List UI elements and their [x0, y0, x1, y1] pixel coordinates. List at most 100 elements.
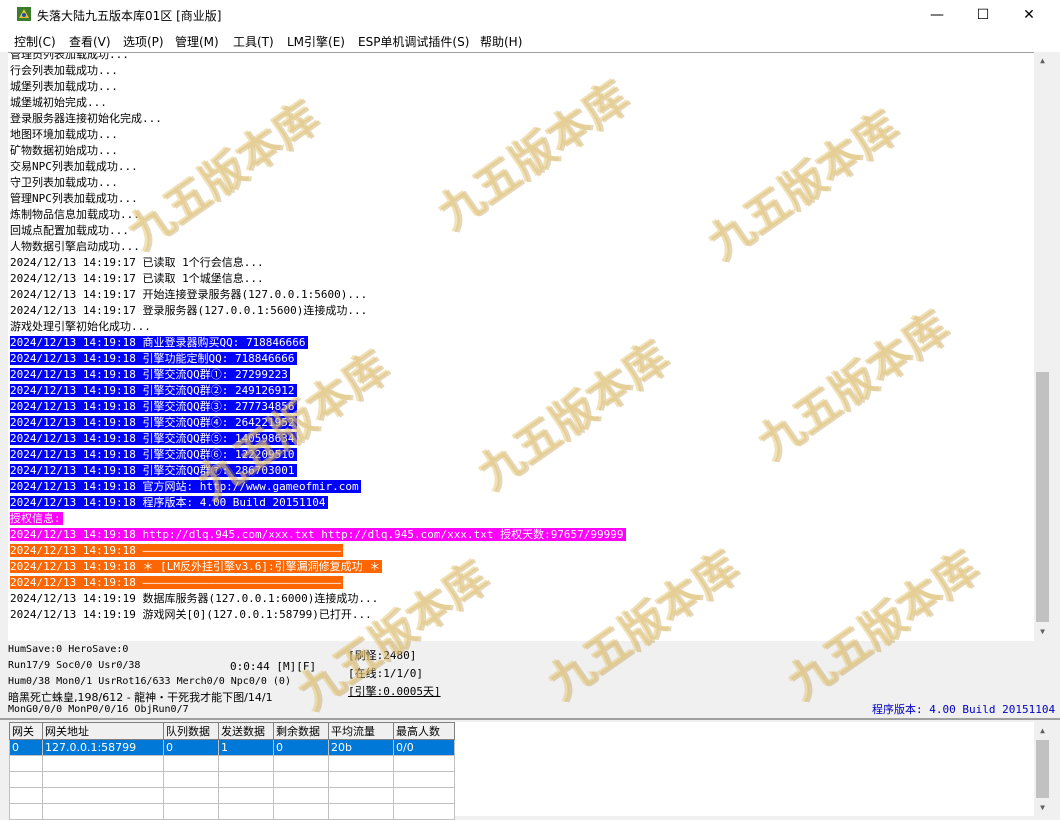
table-row[interactable]	[9, 787, 455, 804]
log-text: 2024/12/13 14:19:18 引擎交流QQ群⑦: 286703001	[10, 464, 297, 477]
log-scrollbar[interactable]: ▲ ▼	[1034, 52, 1051, 640]
menu-options[interactable]: 选项(P)	[123, 33, 164, 50]
col-address[interactable]: 网关地址	[42, 722, 164, 740]
log-line: 登录服务器连接初始化完成...	[8, 111, 1034, 127]
log-line: 2024/12/13 14:19:18 引擎交流QQ群①: 27299223	[8, 367, 1034, 383]
log-text: 2024/12/13 14:19:18 引擎交流QQ群④: 264221952	[10, 416, 297, 429]
menu-control[interactable]: 控制(C)	[14, 33, 56, 50]
cell: 0	[273, 739, 329, 756]
log-text: 2024/12/13 14:19:17 已读取 1个行会信息...	[10, 256, 264, 269]
menu-manage[interactable]: 管理(M)	[175, 33, 219, 50]
log-text: 行会列表加载成功...	[10, 64, 118, 77]
table-row[interactable]	[9, 771, 455, 788]
scroll-down-icon[interactable]: ▼	[1034, 799, 1051, 816]
window-title: 失落大陆九五版本库01区 [商业版]	[37, 9, 222, 23]
table-row[interactable]: 0 127.0.0.1:58799 0 1 0 20b 0/0	[9, 739, 455, 756]
log-text: 2024/12/13 14:19:18 引擎交流QQ群③: 277734856	[10, 400, 297, 413]
log-line: 2024/12/13 14:19:18 引擎交流QQ群③: 277734856	[8, 399, 1034, 415]
log-text: 守卫列表加载成功...	[10, 176, 118, 189]
minimize-button[interactable]: —	[914, 0, 960, 30]
log-text: 城堡列表加载成功...	[10, 80, 118, 93]
status-refresh: [刷怪:2480]	[348, 649, 417, 662]
log-line: 行会列表加载成功...	[8, 63, 1034, 79]
log-line: 2024/12/13 14:19:18 官方网站: http://www.gam…	[8, 479, 1034, 495]
cell: 0/0	[393, 739, 455, 756]
app-icon	[17, 7, 31, 21]
log-text: 2024/12/13 14:19:18 引擎交流QQ群⑥: 122209510	[10, 448, 297, 461]
menu-tools[interactable]: 工具(T)	[233, 33, 274, 50]
scroll-up-icon[interactable]: ▲	[1034, 52, 1051, 69]
scroll-up-icon[interactable]: ▲	[1034, 722, 1051, 739]
log-panel[interactable]: 管理员列表加载成功... 行会列表加载成功... 城堡列表加载成功... 城堡城初始完…	[8, 52, 1034, 641]
scrollbar-thumb[interactable]	[1036, 740, 1049, 798]
status-engine: [引擎:0.0005天]	[348, 685, 441, 698]
title-bar[interactable]: 失落大陆九五版本库01区 [商业版] — ☐ ✕	[0, 0, 1060, 30]
status-timer: 0:0:44 [M][F]	[230, 660, 317, 673]
log-line: 回城点配置加载成功...	[8, 223, 1034, 239]
log-line: 2024/12/13 14:19:17 开始连接登录服务器(127.0.0.1:…	[8, 287, 1034, 303]
log-text: 2024/12/13 14:19:18 ————————————————————…	[10, 544, 344, 557]
status-panel: HumSave:0 HeroSave:0 Run17/9 Soc0/0 Usr0…	[0, 641, 1060, 719]
log-lines: 管理员列表加载成功... 行会列表加载成功... 城堡列表加载成功... 城堡城初始完…	[8, 53, 1034, 623]
log-line: 2024/12/13 14:19:18 http://dlq.945.com/x…	[8, 527, 1034, 543]
status-hum: Hum0/38 Mon0/1 UsrRot16/633 Merch0/0 Npc…	[8, 676, 291, 687]
menu-help[interactable]: 帮助(H)	[480, 33, 522, 50]
log-line: 2024/12/13 14:19:18 商业登录器购买QQ: 718846666	[8, 335, 1034, 351]
log-line: 炼制物品信息加载成功...	[8, 207, 1034, 223]
log-text: 2024/12/13 14:19:17 登录服务器(127.0.0.1:5600…	[10, 304, 368, 317]
log-text: 授权信息:	[10, 512, 63, 525]
log-text: 回城点配置加载成功...	[10, 224, 129, 237]
log-text: 2024/12/13 14:19:17 开始连接登录服务器(127.0.0.1:…	[10, 288, 368, 301]
log-line: 2024/12/13 14:19:19 数据库服务器(127.0.0.1:600…	[8, 591, 1034, 607]
status-run: Run17/9 Soc0/0 Usr0/38	[8, 660, 141, 671]
table-scrollbar[interactable]: ▲ ▼	[1034, 722, 1051, 816]
log-line: 2024/12/13 14:19:18 引擎交流QQ群②: 249126912	[8, 383, 1034, 399]
cell: 127.0.0.1:58799	[42, 739, 164, 756]
close-button[interactable]: ✕	[1006, 0, 1052, 30]
scrollbar-thumb[interactable]	[1036, 372, 1049, 622]
col-send[interactable]: 发送数据	[218, 722, 274, 740]
col-queue[interactable]: 队列数据	[163, 722, 219, 740]
col-max[interactable]: 最高人数	[393, 722, 455, 740]
col-gateway[interactable]: 网关	[9, 722, 43, 740]
log-line: 管理NPC列表加载成功...	[8, 191, 1034, 207]
log-text: 2024/12/13 14:19:18 引擎交流QQ群⑤: 140598634	[10, 432, 297, 445]
log-line: 游戏处理引擎初始化成功...	[8, 319, 1034, 335]
log-text: 2024/12/13 14:19:18 官方网站: http://www.gam…	[10, 480, 361, 493]
table-row[interactable]	[9, 803, 455, 820]
menu-esp-plugin[interactable]: ESP单机调试插件(S)	[358, 33, 469, 50]
log-text: 2024/12/13 14:19:17 已读取 1个城堡信息...	[10, 272, 264, 285]
log-text: 2024/12/13 14:19:19 游戏网关[0](127.0.0.1:58…	[10, 608, 372, 621]
scroll-down-icon[interactable]: ▼	[1034, 623, 1051, 640]
menu-lm-engine[interactable]: LM引擎(E)	[287, 33, 345, 50]
log-line: 城堡城初始完成...	[8, 95, 1034, 111]
menu-view[interactable]: 查看(V)	[69, 33, 111, 50]
log-line: 2024/12/13 14:19:18 ————————————————————…	[8, 575, 1034, 591]
log-line: 地图环境加载成功...	[8, 127, 1034, 143]
log-line: 人物数据引擎启动成功...	[8, 239, 1034, 255]
table-row[interactable]	[9, 755, 455, 772]
log-line: 2024/12/13 14:19:18 引擎交流QQ群⑤: 140598634	[8, 431, 1034, 447]
maximize-button[interactable]: ☐	[960, 0, 1006, 30]
cell: 0	[9, 739, 43, 756]
log-line: 守卫列表加载成功...	[8, 175, 1034, 191]
log-line: 2024/12/13 14:19:19 游戏网关[0](127.0.0.1:58…	[8, 607, 1034, 623]
log-line: 2024/12/13 14:19:17 已读取 1个行会信息...	[8, 255, 1034, 271]
log-text: 2024/12/13 14:19:18 引擎交流QQ群①: 27299223	[10, 368, 290, 381]
log-line: 2024/12/13 14:19:17 登录服务器(127.0.0.1:5600…	[8, 303, 1034, 319]
col-avg[interactable]: 平均流量	[328, 722, 394, 740]
log-text: 2024/12/13 14:19:18 ————————————————————…	[10, 576, 344, 589]
log-line: 2024/12/13 14:19:18 引擎交流QQ群⑦: 286703001	[8, 463, 1034, 479]
col-remain[interactable]: 剩余数据	[273, 722, 329, 740]
log-line: 2024/12/13 14:19:17 已读取 1个城堡信息...	[8, 271, 1034, 287]
log-line: 授权信息:	[8, 511, 1034, 527]
log-line: 2024/12/13 14:19:18 ＊ [LM反外挂引擎v3.6]:引擎漏洞…	[8, 559, 1034, 575]
cell: 20b	[328, 739, 394, 756]
log-text: 2024/12/13 14:19:18 引擎功能定制QQ: 718846666	[10, 352, 297, 365]
cell: 1	[218, 739, 274, 756]
log-line: 2024/12/13 14:19:18 ————————————————————…	[8, 543, 1034, 559]
status-boss: 暗黑死亡蛛皇,198/612 - 龍神・干死我才能下图/14/1	[8, 691, 273, 704]
log-text: 管理NPC列表加载成功...	[10, 192, 138, 205]
gateway-table: 网关 网关地址 队列数据 发送数据 剩余数据 平均流量 最高人数 0 127.0…	[9, 722, 455, 820]
log-text: 登录服务器连接初始化完成...	[10, 112, 162, 125]
